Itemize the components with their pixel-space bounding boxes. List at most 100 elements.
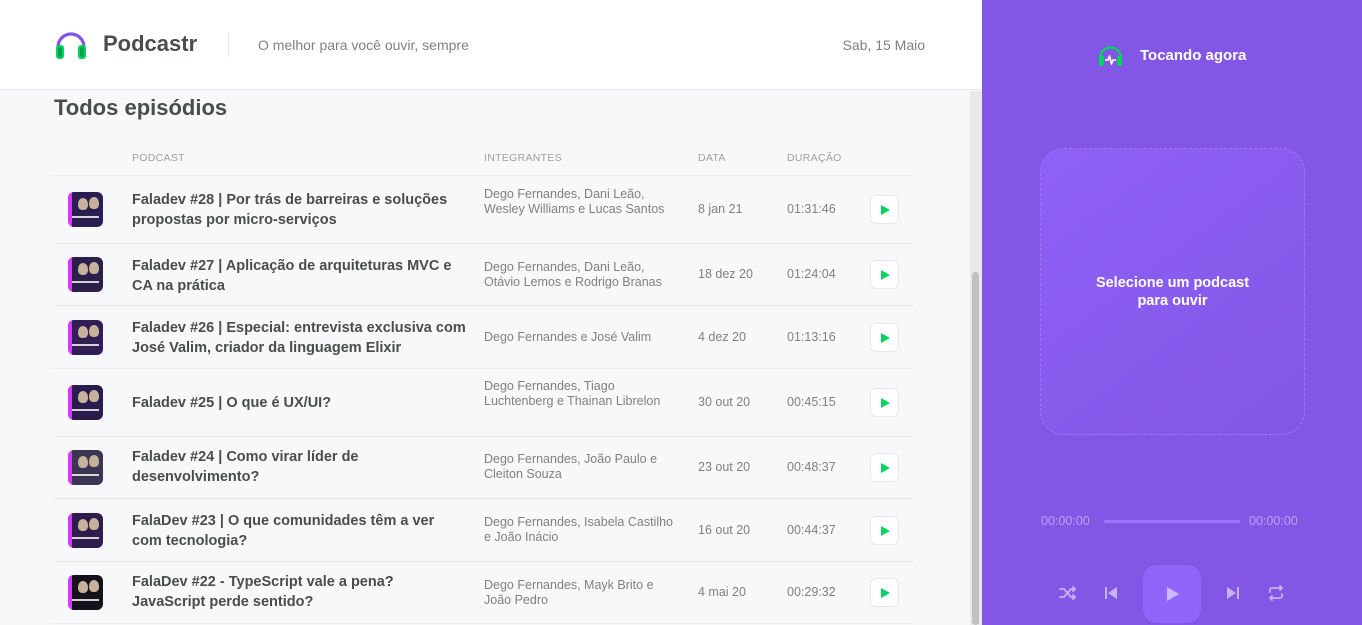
play-episode-button[interactable] bbox=[870, 388, 899, 417]
thumbnail-face bbox=[89, 262, 99, 274]
thumbnail-face bbox=[78, 391, 88, 403]
thumbnail-face bbox=[78, 581, 88, 593]
now-playing-label: Tocando agora bbox=[1140, 47, 1247, 64]
play-icon bbox=[880, 269, 890, 280]
thumbnail-face bbox=[78, 456, 88, 468]
episode-duration: 01:13:16 bbox=[787, 330, 836, 344]
episode-title[interactable]: FalaDev #23 | O que comunidades têm a ve… bbox=[132, 511, 468, 551]
episode-thumbnail bbox=[68, 257, 103, 292]
header: Podcastr O melhor para você ouvir, sempr… bbox=[0, 0, 982, 90]
play-episode-button[interactable] bbox=[870, 195, 899, 224]
episode-thumbnail bbox=[68, 320, 103, 355]
episode-duration: 00:48:37 bbox=[787, 460, 836, 474]
thumbnail-accent bbox=[68, 513, 72, 548]
episode-date: 8 jan 21 bbox=[698, 202, 743, 216]
episode-date: 16 out 20 bbox=[698, 523, 751, 537]
thumbnail-face bbox=[78, 519, 88, 531]
previous-button[interactable] bbox=[1100, 582, 1122, 604]
episode-thumbnail bbox=[68, 385, 103, 420]
play-icon bbox=[880, 397, 890, 408]
scrollbar-thumb[interactable] bbox=[972, 272, 979, 625]
episode-date: 18 dez 20 bbox=[698, 267, 753, 281]
episode-title[interactable]: FalaDev #22 - TypeScript vale a pena? Ja… bbox=[132, 572, 468, 612]
play-icon bbox=[880, 462, 890, 473]
play-button[interactable] bbox=[1143, 565, 1201, 623]
column-header-duration: DURAÇÃO bbox=[787, 152, 842, 164]
column-header-date: DATA bbox=[698, 152, 726, 164]
empty-player-card: Selecione um podcast para ouvir bbox=[1040, 148, 1305, 435]
headphones-logo-icon bbox=[56, 32, 86, 59]
episode-members: Dego Fernandes, Tiago Luchtenberg e Thai… bbox=[484, 379, 661, 408]
next-button[interactable] bbox=[1222, 582, 1244, 604]
episode-thumbnail bbox=[68, 192, 103, 227]
episode-title[interactable]: Faladev #26 | Especial: entrevista exclu… bbox=[132, 318, 468, 358]
play-episode-button[interactable] bbox=[870, 260, 899, 289]
episode-members: Dego Fernandes, Dani Leão, Wesley Willia… bbox=[484, 187, 665, 216]
thumbnail-face bbox=[89, 325, 99, 337]
play-icon bbox=[880, 332, 890, 343]
thumbnail-face bbox=[89, 518, 99, 530]
thumbnail-caption bbox=[72, 537, 99, 539]
play-episode-button[interactable] bbox=[870, 323, 899, 352]
episode-members: Dego Fernandes, Dani Leão, Otávio Lemos … bbox=[484, 260, 662, 289]
shuffle-button[interactable] bbox=[1057, 582, 1079, 604]
episode-members: Dego Fernandes, Isabela Castilho e João … bbox=[484, 515, 674, 544]
episode-duration: 00:29:32 bbox=[787, 585, 836, 599]
total-time: 00:00:00 bbox=[1249, 514, 1298, 528]
thumbnail-accent bbox=[68, 385, 72, 420]
episode-duration: 01:31:46 bbox=[787, 202, 836, 216]
play-icon bbox=[880, 525, 890, 536]
episodes-table: PODCAST INTEGRANTES DATA DURAÇÃO Faladev… bbox=[54, 149, 913, 624]
episode-title[interactable]: Faladev #28 | Por trás de barreiras e so… bbox=[132, 190, 468, 230]
table-row: Faladev #25 | O que é UX/UI? Dego Fernand… bbox=[54, 369, 913, 437]
play-episode-button[interactable] bbox=[870, 578, 899, 607]
episode-date: 30 out 20 bbox=[698, 395, 751, 409]
thumbnail-face bbox=[89, 390, 99, 402]
episode-duration: 00:45:15 bbox=[787, 395, 836, 409]
thumbnail-caption bbox=[72, 281, 99, 283]
tagline: O melhor para você ouvir, sempre bbox=[258, 37, 469, 53]
next-icon bbox=[1227, 587, 1239, 599]
episode-title[interactable]: Faladev #24 | Como virar líder de desenv… bbox=[132, 447, 468, 487]
repeat-icon bbox=[1269, 585, 1283, 601]
progress-slider[interactable] bbox=[1104, 520, 1240, 523]
thumbnail-accent bbox=[68, 257, 72, 292]
episode-date: 4 dez 20 bbox=[698, 330, 746, 344]
episode-thumbnail bbox=[68, 575, 103, 610]
table-row: Faladev #26 | Especial: entrevista exclu… bbox=[54, 306, 913, 369]
thumbnail-face bbox=[89, 455, 99, 467]
table-row: FalaDev #23 | O que comunidades têm a ve… bbox=[54, 499, 913, 562]
table-row: Faladev #28 | Por trás de barreiras e so… bbox=[54, 176, 913, 244]
empty-player-message: Selecione um podcast para ouvir bbox=[1095, 274, 1250, 309]
play-icon bbox=[880, 587, 890, 598]
shuffle-icon bbox=[1059, 586, 1076, 600]
thumbnail-accent bbox=[68, 192, 72, 227]
thumbnail-caption bbox=[72, 409, 99, 411]
episode-date: 23 out 20 bbox=[698, 460, 751, 474]
episode-members: Dego Fernandes, João Paulo e Cleiton Sou… bbox=[484, 452, 658, 481]
current-time: 00:00:00 bbox=[1041, 514, 1090, 528]
play-icon bbox=[1167, 587, 1179, 601]
table-row: Faladev #27 | Aplicação de arquiteturas … bbox=[54, 244, 913, 306]
section-title: Todos episódios bbox=[54, 95, 228, 120]
episode-title[interactable]: Faladev #25 | O que é UX/UI? bbox=[132, 393, 468, 413]
thumbnail-caption bbox=[72, 599, 99, 601]
thumbnail-caption bbox=[72, 474, 99, 476]
episode-date: 4 mai 20 bbox=[698, 585, 746, 599]
app-name: Podcastr bbox=[103, 31, 198, 56]
episodes-section: Todos episódios PODCAST INTEGRANTES DATA… bbox=[0, 91, 970, 625]
episode-duration: 00:44:37 bbox=[787, 523, 836, 537]
previous-icon bbox=[1105, 587, 1117, 599]
play-episode-button[interactable] bbox=[870, 453, 899, 482]
thumbnail-face bbox=[78, 326, 88, 338]
table-row: Faladev #24 | Como virar líder de desenv… bbox=[54, 437, 913, 499]
episode-title[interactable]: Faladev #27 | Aplicação de arquiteturas … bbox=[132, 256, 468, 296]
thumbnail-face bbox=[89, 580, 99, 592]
thumbnail-accent bbox=[68, 575, 72, 610]
play-episode-button[interactable] bbox=[870, 516, 899, 545]
table-header: PODCAST INTEGRANTES DATA DURAÇÃO bbox=[54, 149, 913, 176]
episode-members: Dego Fernandes e José Valim bbox=[484, 330, 652, 344]
repeat-button[interactable] bbox=[1265, 582, 1287, 604]
column-header-podcast: PODCAST bbox=[132, 152, 185, 164]
thumbnail-accent bbox=[68, 320, 72, 355]
